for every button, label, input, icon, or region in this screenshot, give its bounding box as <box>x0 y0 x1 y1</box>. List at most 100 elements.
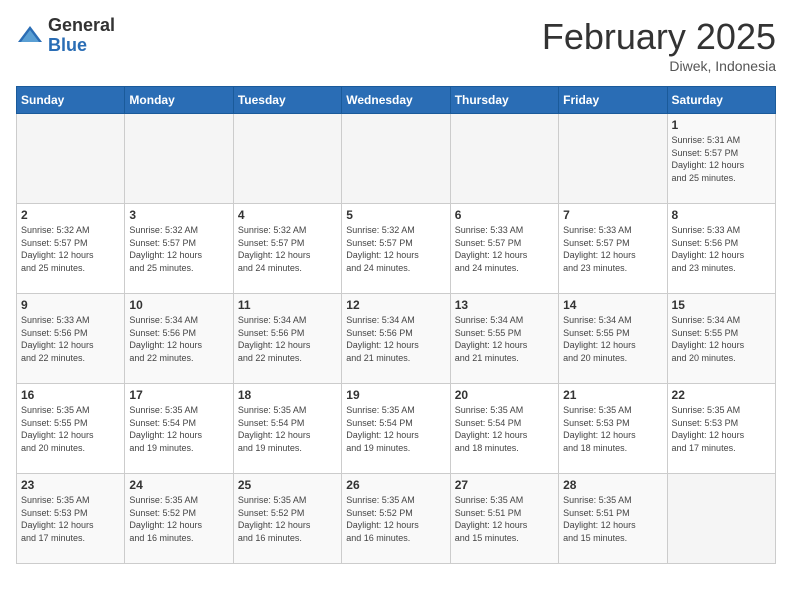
day-number: 26 <box>346 478 445 492</box>
day-info: Sunrise: 5:32 AM Sunset: 5:57 PM Dayligh… <box>21 224 120 274</box>
weekday-header-friday: Friday <box>559 87 667 114</box>
calendar-cell: 11Sunrise: 5:34 AM Sunset: 5:56 PM Dayli… <box>233 294 341 384</box>
day-info: Sunrise: 5:35 AM Sunset: 5:52 PM Dayligh… <box>129 494 228 544</box>
day-number: 6 <box>455 208 554 222</box>
calendar-cell: 8 Sunrise: 5:33 AM Sunset: 5:56 PM Daylig… <box>667 204 775 294</box>
day-number: 12 <box>346 298 445 312</box>
title-block: February 2025 Diwek, Indonesia <box>542 16 776 74</box>
week-row-1: 1Sunrise: 5:31 AM Sunset: 5:57 PM Daylig… <box>17 114 776 204</box>
calendar-cell: 21Sunrise: 5:35 AM Sunset: 5:53 PM Dayli… <box>559 384 667 474</box>
day-info: Sunrise: 5:35 AM Sunset: 5:52 PM Dayligh… <box>238 494 337 544</box>
day-info: Sunrise: 5:34 AM Sunset: 5:55 PM Dayligh… <box>672 314 771 364</box>
day-info: Sunrise: 5:35 AM Sunset: 5:52 PM Dayligh… <box>346 494 445 544</box>
weekday-header-row: SundayMondayTuesdayWednesdayThursdayFrid… <box>17 87 776 114</box>
weekday-header-monday: Monday <box>125 87 233 114</box>
logo-text: General Blue <box>48 16 115 56</box>
logo-general: General <box>48 15 115 35</box>
day-number: 5 <box>346 208 445 222</box>
day-number: 3 <box>129 208 228 222</box>
day-number: 2 <box>21 208 120 222</box>
calendar-cell <box>17 114 125 204</box>
calendar-table: SundayMondayTuesdayWednesdayThursdayFrid… <box>16 86 776 564</box>
day-info: Sunrise: 5:35 AM Sunset: 5:55 PM Dayligh… <box>21 404 120 454</box>
calendar-subtitle: Diwek, Indonesia <box>542 58 776 74</box>
calendar-cell: 5 Sunrise: 5:32 AM Sunset: 5:57 PM Daylig… <box>342 204 450 294</box>
calendar-cell: 10 Sunrise: 5:34 AM Sunset: 5:56 PM Dayli… <box>125 294 233 384</box>
day-info: Sunrise: 5:35 AM Sunset: 5:54 PM Dayligh… <box>346 404 445 454</box>
day-info: Sunrise: 5:32 AM Sunset: 5:57 PM Dayligh… <box>238 224 337 274</box>
calendar-cell: 19 Sunrise: 5:35 AM Sunset: 5:54 PM Dayli… <box>342 384 450 474</box>
day-info: Sunrise: 5:34 AM Sunset: 5:56 PM Dayligh… <box>238 314 337 364</box>
week-row-2: 2 Sunrise: 5:32 AM Sunset: 5:57 PM Daylig… <box>17 204 776 294</box>
calendar-cell: 1Sunrise: 5:31 AM Sunset: 5:57 PM Daylig… <box>667 114 775 204</box>
calendar-cell: 6Sunrise: 5:33 AM Sunset: 5:57 PM Daylig… <box>450 204 558 294</box>
day-info: Sunrise: 5:35 AM Sunset: 5:51 PM Dayligh… <box>455 494 554 544</box>
calendar-cell: 13 Sunrise: 5:34 AM Sunset: 5:55 PM Dayli… <box>450 294 558 384</box>
day-number: 10 <box>129 298 228 312</box>
day-info: Sunrise: 5:35 AM Sunset: 5:53 PM Dayligh… <box>672 404 771 454</box>
calendar-cell: 23Sunrise: 5:35 AM Sunset: 5:53 PM Dayli… <box>17 474 125 564</box>
day-info: Sunrise: 5:35 AM Sunset: 5:53 PM Dayligh… <box>21 494 120 544</box>
day-number: 7 <box>563 208 662 222</box>
day-number: 27 <box>455 478 554 492</box>
calendar-cell: 12 Sunrise: 5:34 AM Sunset: 5:56 PM Dayli… <box>342 294 450 384</box>
calendar-cell: 20 Sunrise: 5:35 AM Sunset: 5:54 PM Dayli… <box>450 384 558 474</box>
logo: General Blue <box>16 16 115 56</box>
day-number: 14 <box>563 298 662 312</box>
calendar-title: February 2025 <box>542 16 776 58</box>
calendar-cell: 26 Sunrise: 5:35 AM Sunset: 5:52 PM Dayli… <box>342 474 450 564</box>
day-number: 16 <box>21 388 120 402</box>
day-number: 22 <box>672 388 771 402</box>
day-info: Sunrise: 5:33 AM Sunset: 5:56 PM Dayligh… <box>672 224 771 274</box>
day-number: 9 <box>21 298 120 312</box>
calendar-cell: 4Sunrise: 5:32 AM Sunset: 5:57 PM Daylig… <box>233 204 341 294</box>
calendar-cell: 2 Sunrise: 5:32 AM Sunset: 5:57 PM Daylig… <box>17 204 125 294</box>
day-number: 19 <box>346 388 445 402</box>
logo-blue: Blue <box>48 35 87 55</box>
day-number: 28 <box>563 478 662 492</box>
calendar-cell <box>125 114 233 204</box>
calendar-cell: 22 Sunrise: 5:35 AM Sunset: 5:53 PM Dayli… <box>667 384 775 474</box>
calendar-cell: 9 Sunrise: 5:33 AM Sunset: 5:56 PM Daylig… <box>17 294 125 384</box>
day-info: Sunrise: 5:34 AM Sunset: 5:55 PM Dayligh… <box>455 314 554 364</box>
weekday-header-tuesday: Tuesday <box>233 87 341 114</box>
day-info: Sunrise: 5:32 AM Sunset: 5:57 PM Dayligh… <box>129 224 228 274</box>
weekday-header-sunday: Sunday <box>17 87 125 114</box>
day-info: Sunrise: 5:35 AM Sunset: 5:54 PM Dayligh… <box>455 404 554 454</box>
day-info: Sunrise: 5:34 AM Sunset: 5:55 PM Dayligh… <box>563 314 662 364</box>
calendar-cell: 3 Sunrise: 5:32 AM Sunset: 5:57 PM Daylig… <box>125 204 233 294</box>
day-number: 25 <box>238 478 337 492</box>
day-number: 13 <box>455 298 554 312</box>
calendar-cell: 15Sunrise: 5:34 AM Sunset: 5:55 PM Dayli… <box>667 294 775 384</box>
day-info: Sunrise: 5:35 AM Sunset: 5:54 PM Dayligh… <box>238 404 337 454</box>
week-row-5: 23Sunrise: 5:35 AM Sunset: 5:53 PM Dayli… <box>17 474 776 564</box>
weekday-header-wednesday: Wednesday <box>342 87 450 114</box>
calendar-cell <box>342 114 450 204</box>
calendar-cell: 14 Sunrise: 5:34 AM Sunset: 5:55 PM Dayli… <box>559 294 667 384</box>
calendar-cell: 18Sunrise: 5:35 AM Sunset: 5:54 PM Dayli… <box>233 384 341 474</box>
day-info: Sunrise: 5:33 AM Sunset: 5:56 PM Dayligh… <box>21 314 120 364</box>
day-info: Sunrise: 5:34 AM Sunset: 5:56 PM Dayligh… <box>129 314 228 364</box>
day-info: Sunrise: 5:35 AM Sunset: 5:53 PM Dayligh… <box>563 404 662 454</box>
day-info: Sunrise: 5:32 AM Sunset: 5:57 PM Dayligh… <box>346 224 445 274</box>
calendar-cell: 25 Sunrise: 5:35 AM Sunset: 5:52 PM Dayli… <box>233 474 341 564</box>
day-number: 20 <box>455 388 554 402</box>
calendar-cell: 16 Sunrise: 5:35 AM Sunset: 5:55 PM Dayli… <box>17 384 125 474</box>
day-info: Sunrise: 5:31 AM Sunset: 5:57 PM Dayligh… <box>672 134 771 184</box>
day-info: Sunrise: 5:35 AM Sunset: 5:54 PM Dayligh… <box>129 404 228 454</box>
calendar-cell: 17 Sunrise: 5:35 AM Sunset: 5:54 PM Dayli… <box>125 384 233 474</box>
day-number: 8 <box>672 208 771 222</box>
calendar-cell: 27 Sunrise: 5:35 AM Sunset: 5:51 PM Dayli… <box>450 474 558 564</box>
calendar-cell <box>450 114 558 204</box>
day-info: Sunrise: 5:35 AM Sunset: 5:51 PM Dayligh… <box>563 494 662 544</box>
logo-icon <box>16 22 44 50</box>
weekday-header-thursday: Thursday <box>450 87 558 114</box>
calendar-cell: 7 Sunrise: 5:33 AM Sunset: 5:57 PM Daylig… <box>559 204 667 294</box>
day-info: Sunrise: 5:33 AM Sunset: 5:57 PM Dayligh… <box>563 224 662 274</box>
calendar-cell <box>667 474 775 564</box>
page-header: General Blue February 2025 Diwek, Indone… <box>16 16 776 74</box>
day-info: Sunrise: 5:34 AM Sunset: 5:56 PM Dayligh… <box>346 314 445 364</box>
week-row-4: 16 Sunrise: 5:35 AM Sunset: 5:55 PM Dayli… <box>17 384 776 474</box>
day-number: 17 <box>129 388 228 402</box>
calendar-cell <box>233 114 341 204</box>
